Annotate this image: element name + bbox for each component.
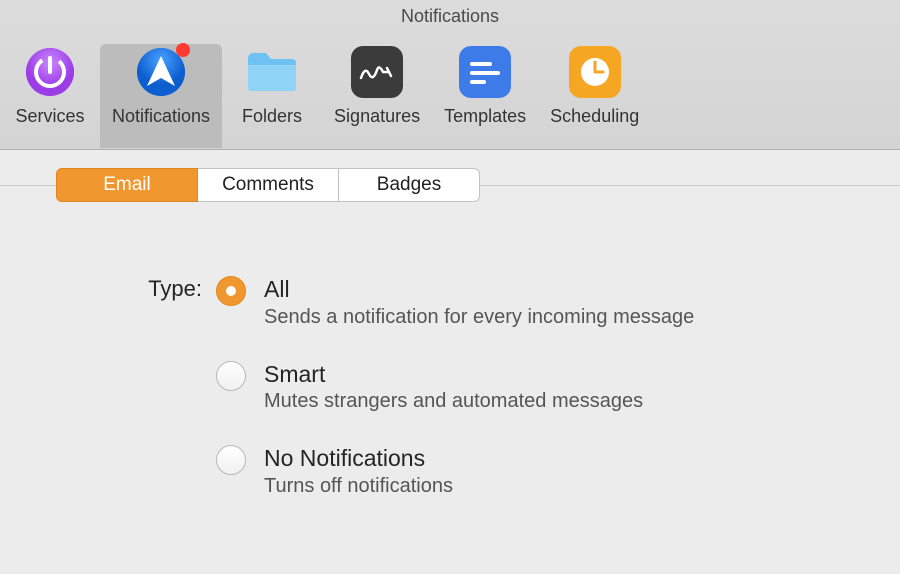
radio-title: Smart xyxy=(264,361,643,389)
radio-button-icon xyxy=(216,276,246,306)
radio-button-icon xyxy=(216,361,246,391)
radio-desc: Sends a notification for every incoming … xyxy=(264,306,694,329)
radio-button-icon xyxy=(216,445,246,475)
toolbar-tab-scheduling[interactable]: Scheduling xyxy=(538,44,651,148)
radio-title: All xyxy=(264,276,694,304)
toolbar-tab-templates[interactable]: Templates xyxy=(432,44,538,148)
sub-tabs: Email Comments Badges xyxy=(56,168,480,202)
type-option-smart[interactable]: Smart Mutes strangers and automated mess… xyxy=(202,361,694,414)
content-area: Email Comments Badges Type: All Sends a … xyxy=(0,168,900,498)
preferences-toolbar: Notifications Services xyxy=(0,0,900,150)
scheduling-icon xyxy=(567,44,623,100)
toolbar-tab-notifications[interactable]: Notifications xyxy=(100,44,222,148)
toolbar-label: Folders xyxy=(242,106,302,127)
options-panel: Type: All Sends a notification for every… xyxy=(0,186,900,498)
services-icon xyxy=(22,44,78,100)
signatures-icon xyxy=(349,44,405,100)
notifications-icon xyxy=(133,44,189,100)
toolbar-label: Notifications xyxy=(112,106,210,127)
templates-icon xyxy=(457,44,513,100)
radio-desc: Turns off notifications xyxy=(264,475,453,498)
subtab-comments[interactable]: Comments xyxy=(198,168,339,202)
toolbar-label: Templates xyxy=(444,106,526,127)
radio-title: No Notifications xyxy=(264,445,453,473)
type-option-all[interactable]: All Sends a notification for every incom… xyxy=(202,276,694,329)
toolbar-tab-services[interactable]: Services xyxy=(0,44,100,148)
notification-badge-icon xyxy=(176,43,190,57)
type-label: Type: xyxy=(114,276,202,302)
toolbar-tab-folders[interactable]: Folders xyxy=(222,44,322,148)
subtab-badges[interactable]: Badges xyxy=(339,168,480,202)
subtab-email[interactable]: Email xyxy=(56,168,198,202)
toolbar-tab-signatures[interactable]: Signatures xyxy=(322,44,432,148)
toolbar-label: Services xyxy=(15,106,84,127)
radio-desc: Mutes strangers and automated messages xyxy=(264,390,643,413)
type-option-none[interactable]: No Notifications Turns off notifications xyxy=(202,445,694,498)
toolbar-label: Signatures xyxy=(334,106,420,127)
window-title: Notifications xyxy=(0,6,900,27)
type-radio-group: All Sends a notification for every incom… xyxy=(202,276,694,498)
toolbar-label: Scheduling xyxy=(550,106,639,127)
folders-icon xyxy=(244,44,300,100)
